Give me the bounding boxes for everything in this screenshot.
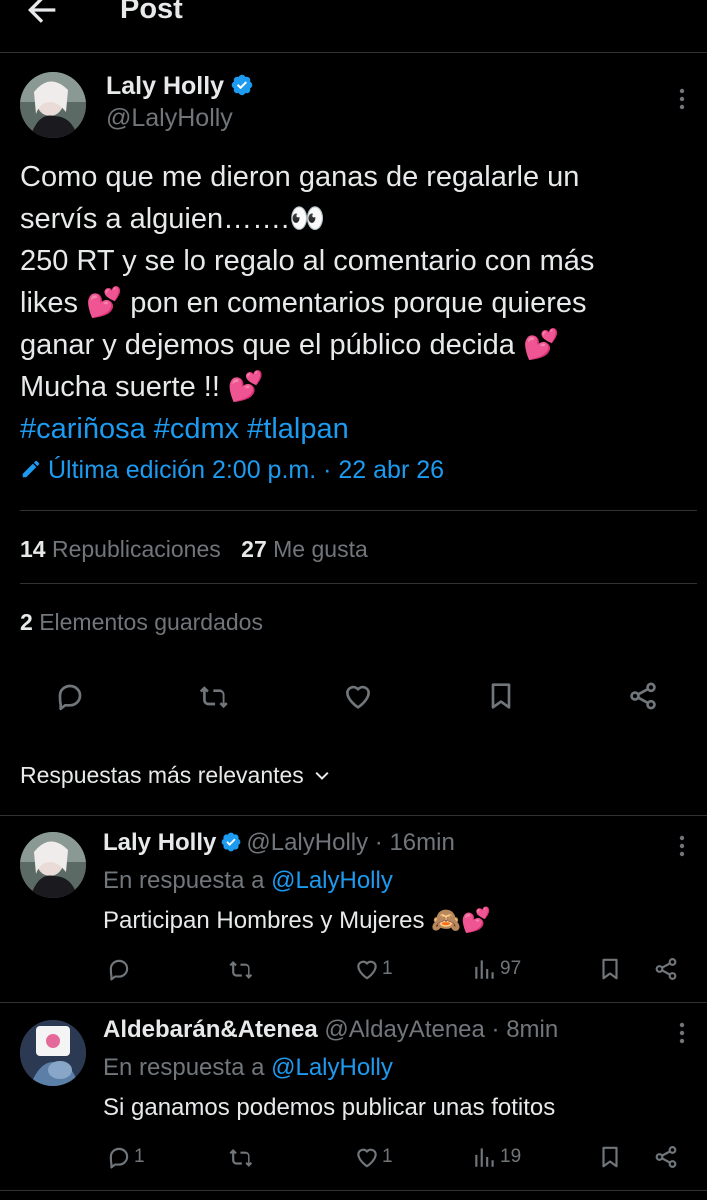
chevron-down-icon: [315, 771, 329, 780]
repost-icon[interactable]: [198, 680, 230, 717]
post-text-line: likes 💕 pon en comentarios porque quiere…: [20, 287, 587, 319]
reply-handle-time[interactable]: @AldayAtenea · 8min: [324, 1016, 558, 1043]
hashtag-link[interactable]: #cdmx: [154, 413, 239, 445]
views-count: 97: [500, 958, 522, 979]
reply-author[interactable]: Laly Holly @LalyHolly · 16min: [103, 829, 455, 857]
bookmark-icon[interactable]: [597, 956, 623, 982]
author-name[interactable]: Laly Holly: [106, 72, 254, 101]
reply-count: 1: [134, 1146, 145, 1167]
in-reply-prefix: En respuesta a: [103, 1054, 272, 1081]
post-text-line: Como que me dieron ganas de regalarle un: [20, 161, 580, 193]
hashtags: #cariñosa #cdmx #tlalpan: [20, 408, 690, 450]
divider: [20, 583, 697, 584]
page-title: Post: [120, 0, 183, 25]
divider: [0, 815, 707, 816]
more-options-icon[interactable]: [672, 85, 692, 113]
likes-stat[interactable]: 27 Me gusta: [241, 536, 368, 562]
post-text-line: Mucha suerte !! 💕: [20, 371, 265, 403]
top-bar: Post: [0, 0, 707, 53]
verified-badge-icon: [230, 73, 254, 97]
post-text: Como que me dieron ganas de regalarle un…: [20, 156, 690, 450]
reply-icon[interactable]: 1: [106, 1144, 145, 1170]
share-icon[interactable]: [627, 680, 659, 717]
views-count: 19: [500, 1146, 522, 1167]
hashtag-link[interactable]: #cariñosa: [20, 413, 146, 445]
reply-handle-time[interactable]: @LalyHolly · 16min: [246, 829, 454, 856]
views-chart-icon[interactable]: 19: [472, 1144, 521, 1170]
like-count: 1: [382, 1146, 393, 1167]
bookmarks-stat[interactable]: 2 Elementos guardados: [20, 609, 263, 636]
bookmarks-label: Elementos guardados: [39, 609, 263, 635]
divider: [0, 1002, 707, 1003]
author-name-text[interactable]: Laly Holly: [106, 72, 224, 100]
author-handle[interactable]: @LalyHolly: [106, 104, 233, 133]
share-icon[interactable]: [653, 956, 679, 982]
reply-avatar[interactable]: [20, 1020, 86, 1086]
share-icon[interactable]: [653, 1144, 679, 1170]
post-text-line: ganar y dejemos que el público decida 💕: [20, 329, 560, 361]
like-heart-icon[interactable]: [342, 680, 374, 717]
hashtag-link[interactable]: #tlalpan: [247, 413, 349, 445]
reply-icon[interactable]: [106, 956, 134, 982]
repost-icon[interactable]: [228, 956, 256, 982]
like-count: 1: [382, 958, 393, 979]
back-arrow-icon[interactable]: [22, 0, 62, 30]
reposts-label: Republicaciones: [51, 536, 221, 562]
reply-icon[interactable]: [54, 680, 86, 717]
post-text-line: 250 RT y se lo regalo al comentario con …: [20, 245, 595, 277]
in-reply-handle[interactable]: @LalyHolly: [271, 1054, 393, 1081]
bookmarks-count: 2: [20, 609, 33, 635]
sort-label: Respuestas más relevantes: [20, 762, 304, 788]
engagement-stats: 14 Republicaciones 27 Me gusta: [20, 536, 368, 563]
bookmark-icon[interactable]: [597, 1144, 623, 1170]
in-reply-prefix: En respuesta a: [103, 867, 272, 894]
likes-label: Me gusta: [273, 536, 368, 562]
edit-pencil-icon: [22, 460, 40, 478]
reply-avatar[interactable]: [20, 832, 86, 898]
like-heart-icon[interactable]: 1: [354, 956, 393, 982]
more-options-icon[interactable]: [672, 832, 692, 860]
reply-author[interactable]: Aldebarán&Atenea @AldayAtenea · 8min: [103, 1016, 558, 1044]
reposts-stat[interactable]: 14 Republicaciones: [20, 536, 221, 562]
views-chart-icon[interactable]: 97: [472, 956, 521, 982]
like-heart-icon[interactable]: 1: [354, 1144, 393, 1170]
likes-count: 27: [241, 536, 267, 562]
divider: [20, 510, 697, 511]
divider: [0, 1190, 707, 1191]
reply-text: Si ganamos podemos publicar unas fotitos: [103, 1094, 556, 1121]
reply-author-name[interactable]: Aldebarán&Atenea: [103, 1016, 318, 1043]
bookmark-icon[interactable]: [485, 680, 517, 717]
edited-text: Última edición 2:00 p.m. · 22 abr 26: [48, 456, 445, 484]
more-options-icon[interactable]: [672, 1019, 692, 1047]
in-reply-to: En respuesta a @LalyHolly: [103, 867, 393, 895]
reposts-count: 14: [20, 536, 46, 562]
sort-replies-dropdown[interactable]: Respuestas más relevantes: [20, 762, 332, 789]
reply-author-name[interactable]: Laly Holly: [103, 829, 216, 856]
verified-badge-icon: [220, 831, 242, 853]
post-text-line: servís a alguien…….👀: [20, 203, 326, 235]
edited-info[interactable]: Última edición 2:00 p.m. · 22 abr 26: [20, 456, 444, 485]
reply-text: Participan Hombres y Mujeres 🙈💕: [103, 907, 491, 934]
repost-icon[interactable]: [228, 1144, 256, 1170]
avatar[interactable]: [20, 72, 86, 138]
in-reply-to: En respuesta a @LalyHolly: [103, 1054, 393, 1082]
in-reply-handle[interactable]: @LalyHolly: [271, 867, 393, 894]
